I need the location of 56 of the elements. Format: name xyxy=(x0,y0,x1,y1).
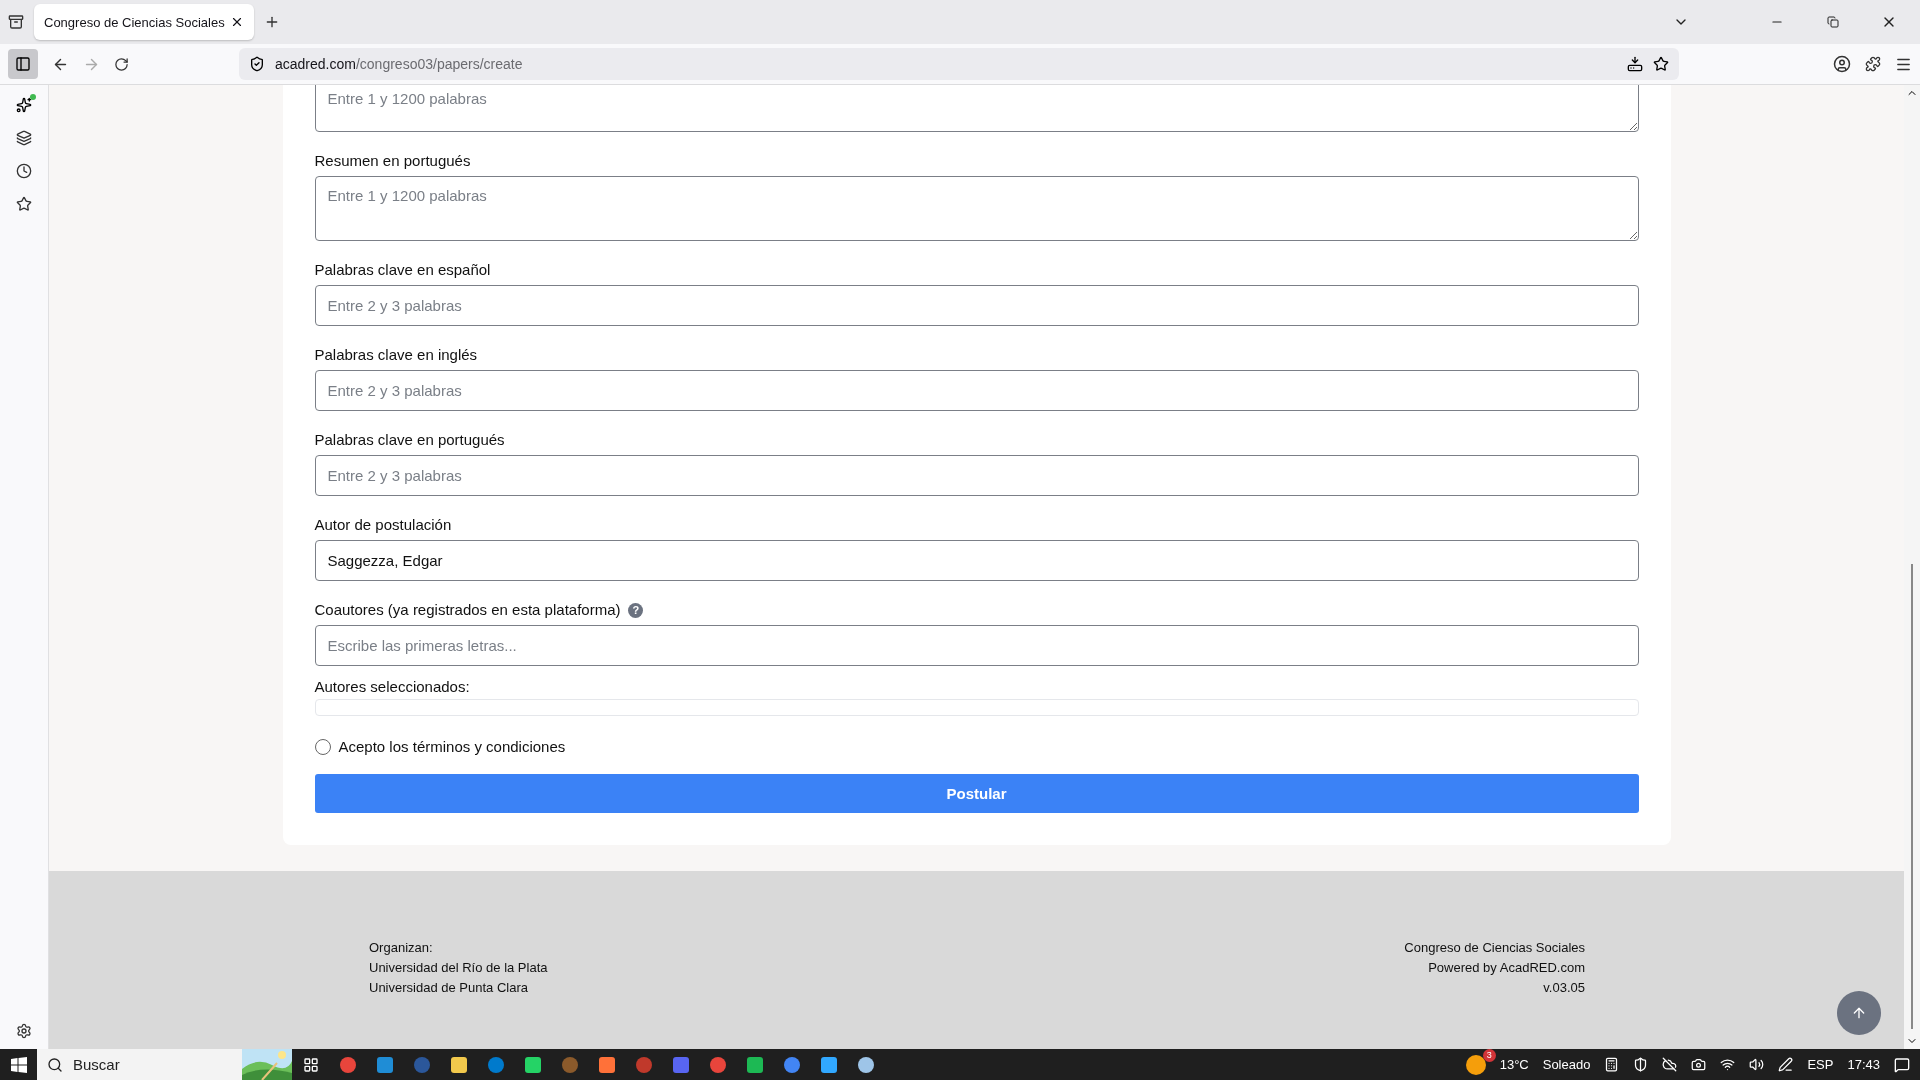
field-label: Autores seleccionados: xyxy=(314,677,471,697)
search-field[interactable]: Buscar xyxy=(37,1049,292,1080)
input-field[interactable]: Escribe las primeras letras... xyxy=(314,625,1639,666)
help-icon[interactable]: ? xyxy=(628,602,644,618)
windows-icon[interactable] xyxy=(10,1056,27,1073)
shield-icon[interactable] xyxy=(1633,1057,1649,1072)
terms-label: Acepto los términos y condiciones xyxy=(338,738,566,755)
footer-text: Universidad del Río de la Plata xyxy=(369,959,548,977)
field-label: Coautores (ya registrados en esta plataforma) xyxy=(314,600,621,620)
clock-time[interactable]: 17:43 xyxy=(1847,1057,1880,1072)
pen-icon[interactable] xyxy=(1778,1057,1794,1072)
sidebar-toggle-icon[interactable] xyxy=(8,49,38,79)
weather-text: Soleado xyxy=(1542,1057,1591,1072)
footer-text: Powered by AcadRED.com xyxy=(1428,959,1585,977)
text-area[interactable]: Entre 1 y 1200 palabras xyxy=(314,176,1639,241)
star-icon[interactable] xyxy=(16,196,32,212)
camera-icon[interactable] xyxy=(1691,1057,1707,1072)
download-icon[interactable] xyxy=(1627,56,1643,72)
input-field[interactable]: Saggezza, Edgar xyxy=(314,540,1639,581)
clock-icon[interactable] xyxy=(16,163,32,179)
checkbox[interactable] xyxy=(314,738,331,755)
puzzle-icon[interactable] xyxy=(1865,56,1881,72)
account-icon[interactable] xyxy=(1833,55,1851,73)
close-icon[interactable] xyxy=(230,15,244,29)
tab-list-icon[interactable] xyxy=(8,14,24,30)
search-icon xyxy=(47,1056,63,1073)
settings-icon[interactable] xyxy=(16,1023,32,1039)
address-bar[interactable]: acadred.com/congreso03/papers/create xyxy=(239,48,1679,80)
submit-button[interactable]: Postular xyxy=(314,774,1639,813)
field-label: Palabras clave en español xyxy=(314,260,491,280)
field-label: Palabras clave en portugués xyxy=(314,430,505,450)
sun-icon[interactable] xyxy=(1465,1054,1486,1075)
new-tab-icon[interactable] xyxy=(264,14,280,30)
notifications-icon[interactable] xyxy=(1894,1056,1910,1073)
reload-icon[interactable] xyxy=(114,56,129,72)
field-label: Palabras clave en inglés xyxy=(314,345,478,365)
layers-icon[interactable] xyxy=(16,130,32,146)
input-field[interactable]: Entre 2 y 3 palabras xyxy=(314,455,1639,496)
browser-tab[interactable]: Congreso de Ciencias Sociales xyxy=(34,4,254,40)
input-field[interactable]: Entre 2 y 3 palabras xyxy=(314,285,1639,326)
wifi-icon[interactable] xyxy=(1720,1057,1736,1072)
star-icon[interactable] xyxy=(1653,56,1669,72)
field-label: Autor de postulación xyxy=(314,515,452,535)
volume-icon[interactable] xyxy=(1749,1057,1765,1072)
temperature: 13°C xyxy=(1499,1057,1529,1072)
footer-text: Congreso de Ciencias Sociales xyxy=(1404,939,1585,957)
footer-text: v.03.05 xyxy=(1543,979,1585,997)
input-field[interactable]: Entre 2 y 3 palabras xyxy=(314,370,1639,411)
footer-text: Organizan: xyxy=(369,939,433,957)
text-area[interactable]: Entre 1 y 1200 palabras xyxy=(314,85,1639,132)
calculator-icon[interactable] xyxy=(1604,1057,1620,1072)
footer-text: Universidad de Punta Clara xyxy=(369,979,528,997)
shield-icon[interactable] xyxy=(249,56,265,72)
field-label: Resumen en portugués xyxy=(314,151,471,171)
language-indicator[interactable]: ESP xyxy=(1807,1057,1834,1072)
cloud-off-icon[interactable] xyxy=(1662,1057,1678,1072)
